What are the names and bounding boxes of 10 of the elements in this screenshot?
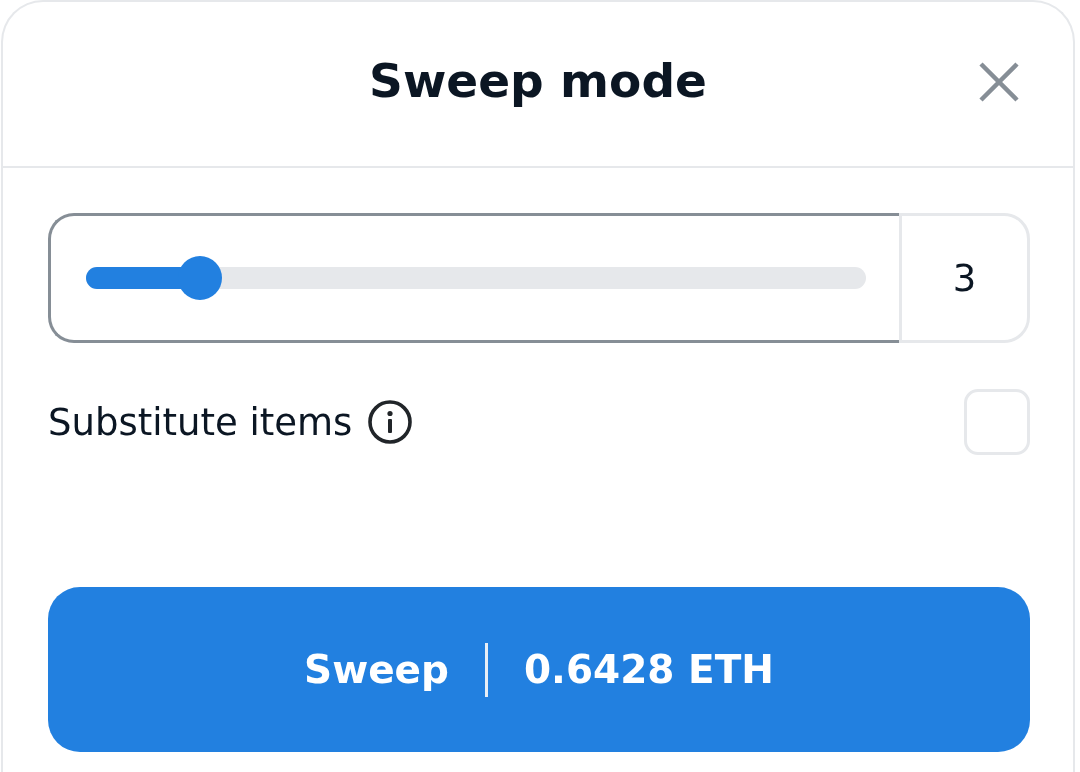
substitute-checkbox[interactable] <box>964 389 1030 455</box>
substitute-items-label: Substitute items <box>48 400 353 444</box>
close-button[interactable] <box>979 62 1019 102</box>
close-icon <box>979 62 1019 102</box>
quantity-field[interactable]: 3 <box>899 213 1030 343</box>
slider-thumb[interactable] <box>178 256 222 300</box>
info-icon[interactable] <box>368 400 413 444</box>
dialog-title: Sweep mode <box>369 52 707 108</box>
sweep-button[interactable]: Sweep 0.6428 ETH <box>48 587 1030 752</box>
count-slider[interactable] <box>86 256 866 300</box>
